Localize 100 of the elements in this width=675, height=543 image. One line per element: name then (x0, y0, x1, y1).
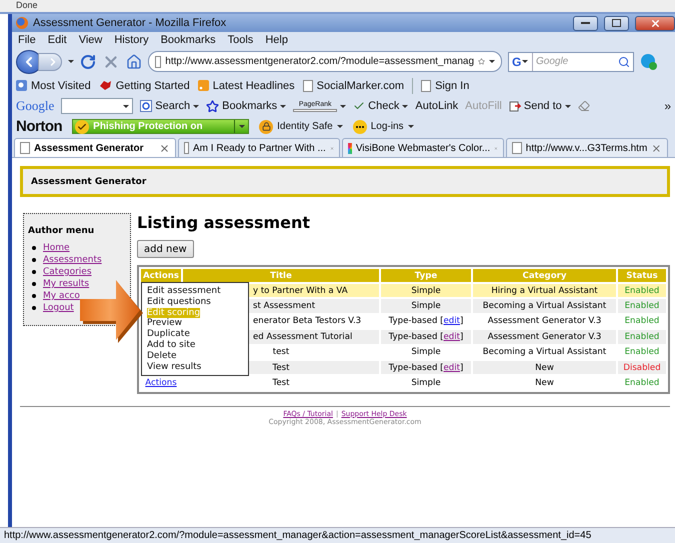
url-field[interactable]: http://www.assessmentgenerator2.com/?module=assessment_manag (148, 51, 502, 72)
caret-icon[interactable] (489, 60, 495, 63)
bird-icon (98, 80, 112, 91)
caret-icon[interactable] (408, 125, 414, 128)
status-bar: http://www.assessmentgenerator2.com/?module=assessment_manager&action=assessment_managerScoreList&assessment_id=45 (0, 527, 675, 543)
menu-link[interactable]: My results (43, 279, 90, 289)
menu-link[interactable]: Categories (43, 267, 92, 277)
caret-icon[interactable] (193, 104, 200, 108)
window-title: Assessment Generator - Mozilla Firefox (33, 17, 228, 29)
send-page-icon[interactable] (508, 100, 521, 112)
page-icon (512, 142, 522, 154)
bullet-icon (32, 306, 36, 310)
home-button[interactable] (126, 54, 142, 70)
bookmark-item[interactable]: Sign In (421, 80, 470, 92)
browser-tab[interactable]: Assessment Generator (14, 138, 176, 157)
page-icon (421, 80, 432, 92)
search-bar[interactable]: G Google (508, 52, 634, 72)
toolbar-button[interactable]: Check (353, 100, 408, 112)
page-icon (302, 80, 313, 92)
toolbar-button[interactable]: Search (140, 100, 200, 112)
table-cell: Becoming a Virtual Assistant (473, 299, 616, 313)
column-header: Category (473, 269, 616, 282)
toolbar-search-field[interactable] (61, 98, 134, 114)
caret-icon[interactable] (402, 104, 408, 108)
caret-icon[interactable] (564, 104, 571, 108)
column-header: Status (618, 269, 666, 282)
caret-icon[interactable] (68, 60, 74, 63)
add-new-button[interactable]: add new (137, 240, 194, 258)
browser-tab[interactable]: http://www.v...G3Terms.htm (506, 138, 668, 157)
menu-item[interactable]: Tools (226, 34, 256, 46)
toolbar-button[interactable]: Bookmarks (206, 100, 286, 112)
caret-icon[interactable] (280, 104, 286, 108)
lock-icon[interactable] (259, 120, 274, 134)
status-text: Enabled (624, 301, 660, 312)
menu-item[interactable]: View (76, 34, 104, 46)
browser-tab[interactable]: Am I Ready to Partner With ... (178, 138, 340, 157)
table-cell: Hiring a Virtual Assistant (473, 284, 616, 298)
actions-link[interactable]: Actions (145, 378, 177, 388)
menu-item[interactable]: Delete (147, 350, 177, 362)
page-icon (155, 56, 162, 68)
status-text: Enabled (624, 332, 660, 342)
table-cell: Assessment Generator V.3 (473, 330, 616, 344)
menu-item[interactable]: Help (263, 34, 290, 46)
type-text: Type-based [ (388, 332, 444, 342)
toolbar-button[interactable]: Send to (508, 100, 571, 112)
column-header: Title (183, 269, 379, 282)
page-icon (20, 142, 30, 154)
edit-link[interactable]: edit (444, 316, 460, 326)
log-ins-button[interactable]: Log-ins (352, 120, 414, 134)
caret-icon[interactable] (522, 60, 528, 63)
eraser-icon[interactable] (578, 100, 590, 112)
close-button[interactable] (635, 16, 675, 30)
menu-item[interactable]: Bookmarks (158, 34, 218, 46)
caret-icon[interactable] (123, 104, 130, 108)
edit-link[interactable]: edit (444, 332, 460, 342)
menu-item[interactable]: History (112, 34, 151, 46)
status-text: Done (0, 0, 675, 14)
caret-icon[interactable] (340, 104, 346, 108)
bookmark-item[interactable]: Latest Headlines (198, 80, 295, 92)
type-text: Type-based [ (388, 316, 444, 326)
bookmark-item[interactable]: SocialMarker.com (302, 80, 404, 92)
browser-tab[interactable]: VisiBone Webmaster's Color... (342, 138, 504, 157)
edit-link[interactable]: edit (444, 362, 460, 373)
maximize-icon[interactable] (612, 19, 621, 27)
toolbar-logo: Norton (16, 118, 62, 135)
page-icon (184, 142, 190, 154)
identity-safe-button[interactable]: Identity Safe (259, 120, 343, 134)
star-icon[interactable] (206, 100, 220, 112)
status-text: Disabled (623, 362, 661, 373)
toolbar-button[interactable]: AutoLink (415, 100, 458, 112)
menu-link[interactable]: Logout (43, 303, 74, 313)
bookmark-item[interactable]: Most Visited (16, 80, 91, 92)
close-icon[interactable] (651, 142, 662, 154)
maximize-button[interactable] (604, 16, 629, 30)
caret-icon[interactable] (238, 125, 245, 128)
minimize-icon[interactable] (581, 22, 590, 24)
menu-link[interactable]: My acco (43, 291, 80, 301)
close-icon[interactable] (650, 18, 660, 28)
bullet-icon (32, 246, 36, 250)
checkmark-icon (75, 120, 90, 134)
bullet-icon (32, 282, 36, 286)
reload-button[interactable] (80, 54, 96, 70)
menu-link[interactable]: Assessments (43, 255, 102, 265)
bookmark-item[interactable]: Getting Started (98, 80, 190, 92)
menu-link[interactable]: Home (43, 243, 70, 253)
menu-item[interactable]: Preview (147, 318, 182, 330)
more-button[interactable]: » (664, 99, 671, 113)
caret-icon[interactable] (336, 125, 343, 128)
bullet-icon (32, 258, 36, 262)
checkmark-icon[interactable] (353, 100, 366, 112)
status-text: Enabled (624, 347, 660, 358)
close-icon[interactable] (159, 142, 170, 154)
menu-item[interactable]: File (16, 34, 38, 46)
menu-item[interactable]: Edit (46, 34, 69, 46)
search-icon[interactable] (618, 56, 630, 68)
page-heading: Listing assessment (137, 213, 310, 234)
search-icon[interactable] (140, 100, 152, 112)
password-dots-icon[interactable] (352, 120, 367, 134)
minimize-button[interactable] (573, 16, 598, 30)
bullet-icon (32, 294, 36, 298)
